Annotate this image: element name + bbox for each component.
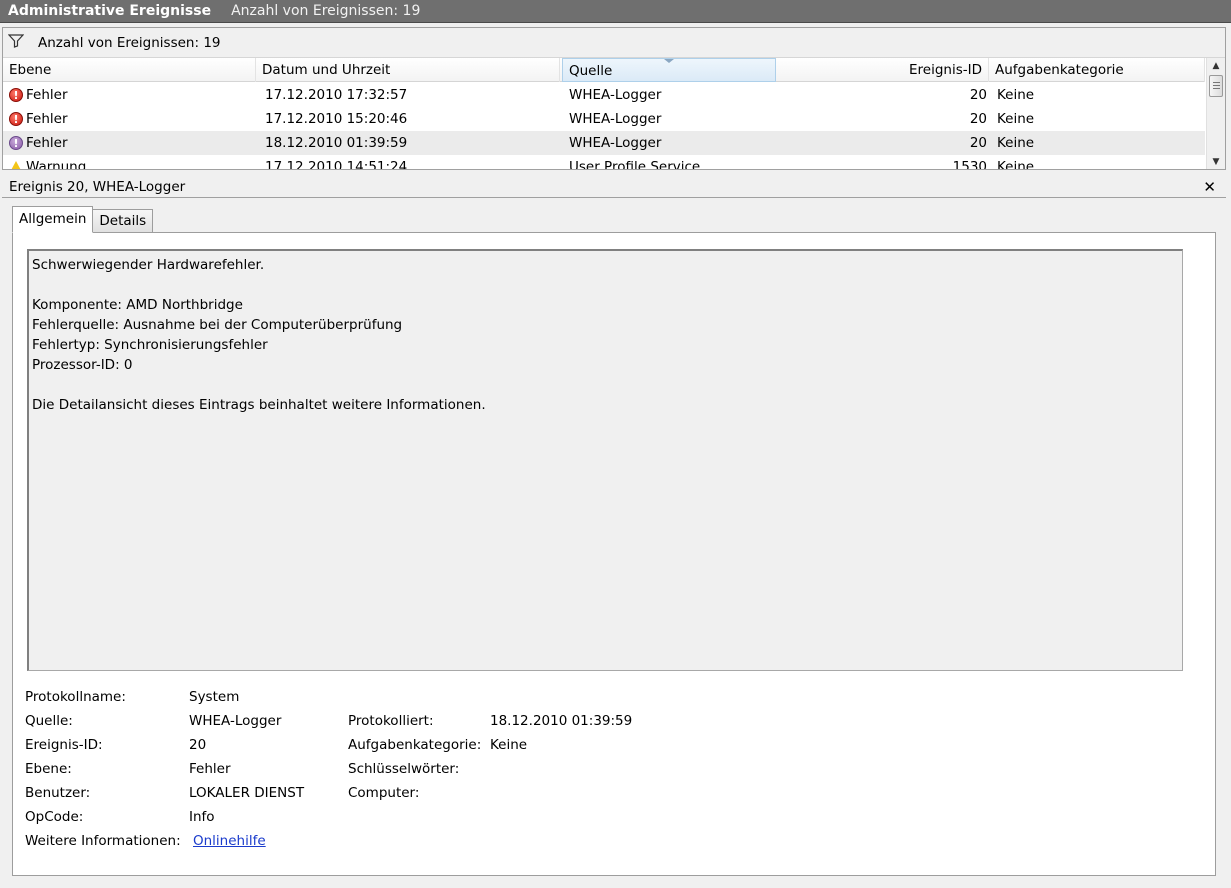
view-title: Administrative Ereignisse [8,3,212,19]
title-bar: Administrative Ereignisse Anzahl von Ere… [0,0,1231,23]
source-label: Quelle: [25,713,73,729]
tab-general[interactable]: Allgemein [12,206,94,233]
row-level: ! Fehler [9,107,68,131]
column-datetime[interactable]: Datum und Uhrzeit [256,58,560,82]
tab-details[interactable]: Details [92,209,154,233]
table-row[interactable]: ! Fehler 17.12.2010 17:32:57 WHEA-Logger … [3,83,1205,107]
sort-arrow-icon [664,59,674,63]
warning-icon [9,160,23,169]
column-header: Ebene Datum und Uhrzeit Quelle Ereignis-… [3,58,1205,82]
row-level: ! Fehler [9,83,68,107]
opcode-value: Info [189,809,215,825]
row-category: Keine [997,111,1035,127]
scroll-down-icon[interactable]: ▼ [1207,154,1225,169]
level-label: Ebene: [25,761,72,777]
column-source-label: Quelle [569,63,613,79]
row-event-id: 1530 [952,159,987,170]
logname-value: System [189,689,240,705]
event-list-panel: Anzahl von Ereignissen: 19 Ebene Datum u… [2,27,1226,170]
row-category: Keine [997,159,1035,170]
row-source: WHEA-Logger [569,87,662,103]
row-datetime: 18.12.2010 01:39:59 [265,135,408,151]
event-message[interactable]: Schwerwiegender Hardwarefehler. Komponen… [27,249,1183,671]
row-level: ! Fehler [9,131,68,155]
table-row[interactable]: Warnung 17.12.2010 14:51:24 User Profile… [3,155,1205,170]
logged-label: Protokolliert: [348,713,434,729]
error-icon: ! [9,88,23,102]
level-text: Warnung [26,159,87,170]
close-icon[interactable]: ✕ [1203,178,1216,196]
moreinfo-label: Weitere Informationen: [25,833,181,849]
taskcat-label: Aufgabenkategorie: [348,737,482,753]
taskcat-value: Keine [490,737,528,753]
vertical-scrollbar[interactable]: ▲ ▼ [1206,58,1225,169]
error-icon: ! [9,136,23,150]
error-icon: ! [9,112,23,126]
filter-icon[interactable] [7,33,25,52]
filter-label: Anzahl von Ereignissen: 19 [38,34,221,51]
table-row[interactable]: ! Fehler 17.12.2010 15:20:46 WHEA-Logger … [3,107,1205,131]
level-text: Fehler [26,111,68,127]
row-event-id: 20 [969,135,987,151]
row-datetime: 17.12.2010 14:51:24 [265,159,408,170]
row-datetime: 17.12.2010 17:32:57 [265,87,408,103]
logname-label: Protokollname: [25,689,126,705]
eventid-value: 20 [189,737,207,753]
keywords-label: Schlüsselwörter: [348,761,460,777]
scroll-thumb[interactable] [1209,75,1223,97]
user-label: Benutzer: [25,785,91,801]
general-tab-pane: Schwerwiegender Hardwarefehler. Komponen… [12,232,1216,876]
row-source: WHEA-Logger [569,111,662,127]
event-rows: ! Fehler 17.12.2010 17:32:57 WHEA-Logger … [3,83,1205,170]
event-count: Anzahl von Ereignissen: 19 [231,3,421,19]
user-value: LOKALER DIENST [189,785,305,801]
row-source: WHEA-Logger [569,135,662,151]
detail-title: Ereignis 20, WHEA-Logger [9,178,186,195]
row-event-id: 20 [969,87,987,103]
detail-header: Ereignis 20, WHEA-Logger ✕ [2,176,1226,198]
logged-value: 18.12.2010 01:39:59 [490,713,633,729]
opcode-label: OpCode: [25,809,84,825]
row-category: Keine [997,135,1035,151]
column-task-category[interactable]: Aufgabenkategorie [989,58,1205,82]
eventid-label: Ereignis-ID: [25,737,103,753]
table-row-selected[interactable]: ! Fehler 18.12.2010 01:39:59 WHEA-Logger … [3,131,1205,155]
filter-bar: Anzahl von Ereignissen: 19 [3,28,1225,58]
online-help-link[interactable]: Onlinehilfe [193,831,266,851]
column-level[interactable]: Ebene [3,58,256,82]
source-value: WHEA-Logger [189,713,282,729]
row-level: Warnung [9,155,87,170]
row-event-id: 20 [969,111,987,127]
level-text: Fehler [26,135,68,151]
detail-tabs: Allgemein Details [12,206,154,233]
scroll-up-icon[interactable]: ▲ [1207,58,1225,74]
row-category: Keine [997,87,1035,103]
row-source: User Profile Service [569,159,701,170]
level-text: Fehler [26,87,68,103]
column-source[interactable]: Quelle [562,58,776,82]
column-event-id[interactable]: Ereignis-ID [776,58,989,82]
computer-label: Computer: [348,785,420,801]
level-value: Fehler [189,761,231,777]
row-datetime: 17.12.2010 15:20:46 [265,111,408,127]
